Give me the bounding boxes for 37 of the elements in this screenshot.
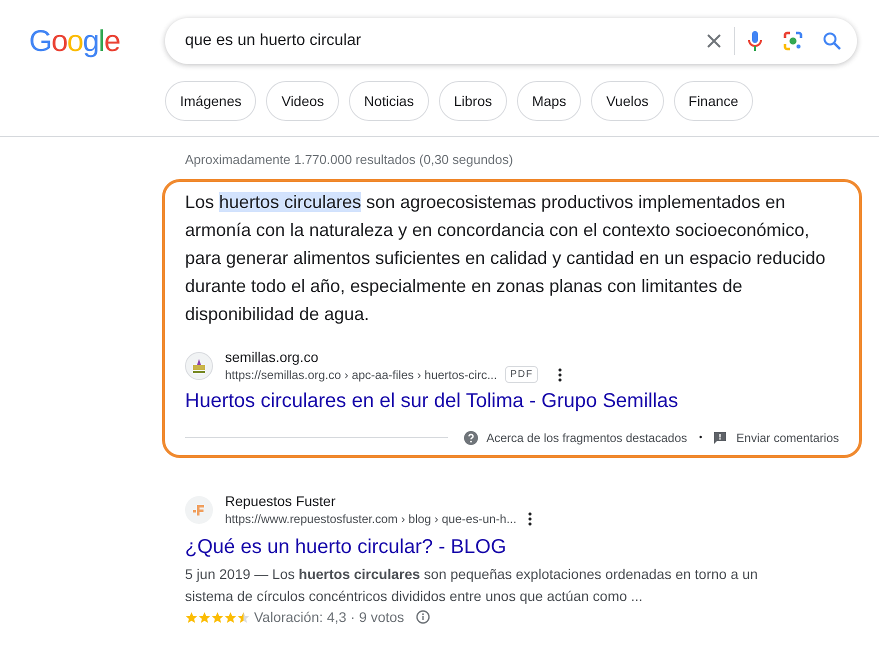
- result-stats: Aproximadamente 1.770.000 resultados (0,30 segundos): [184, 151, 514, 169]
- site-favicon: [185, 352, 213, 380]
- site-name: Repuestos Fuster: [225, 492, 336, 510]
- google-logo[interactable]: Google: [0, 18, 165, 64]
- result-url[interactable]: https://www.repuestosfuster.com › blog › que-es-un-h...: [225, 510, 516, 528]
- search-query: que es un huerto circular: [185, 31, 362, 51]
- send-feedback-link[interactable]: Enviar comentarios: [736, 428, 839, 446]
- votes-count: 9 votos: [359, 608, 404, 626]
- result-snippet: 5 jun 2019 — Los huertos circulares son pequeñas explotaciones ordenadas en torno a un sistema de círculos concéntricos divididos entre unos que actúan como ...: [185, 564, 759, 606]
- rating-text: Valoración: 4,3: [254, 608, 346, 626]
- clear-icon[interactable]: [706, 33, 722, 49]
- filter-chip[interactable]: Vuelos: [591, 81, 664, 121]
- feedback-icon[interactable]: [714, 432, 726, 444]
- filter-chip[interactable]: Videos: [266, 81, 340, 121]
- filter-chip[interactable]: Imágenes: [165, 81, 256, 121]
- filter-chip[interactable]: Finance: [674, 81, 754, 121]
- info-icon[interactable]: [416, 610, 430, 624]
- microphone-icon[interactable]: [747, 30, 763, 52]
- result-url[interactable]: https://semillas.org.co › apc-aa-files › huertos-circ...: [225, 366, 498, 384]
- separator-dot: ·: [350, 608, 356, 626]
- search-icon[interactable]: [823, 32, 841, 50]
- separator-dot: •: [699, 430, 702, 444]
- search-field[interactable]: que es un huerto circular: [165, 18, 857, 64]
- filter-chip[interactable]: Maps: [516, 81, 582, 121]
- site-name: semillas.org.co: [225, 348, 320, 366]
- camera-lens-icon[interactable]: [783, 31, 803, 51]
- file-type-tag: PDF: [505, 366, 538, 383]
- more-options-icon[interactable]: [558, 368, 562, 382]
- result-title-link[interactable]: Huertos circulares en el sur del Tolima - Grupo Semillas: [185, 388, 839, 414]
- more-options-icon[interactable]: [528, 512, 532, 526]
- featured-snippet-text: Los huertos circulares son agroecosistemas productivos implementados en armonía con la naturaleza y en concordancia con el contexto socioeconómico, para generar alimentos suficientes en calidad y cantidad en un espacio reducido durante todo el año, especialmente en zonas planas con limitantes de disponibilidad de agua.: [185, 190, 826, 326]
- site-favicon: [185, 496, 213, 524]
- filter-chip[interactable]: Libros: [438, 81, 507, 121]
- about-snippets-link[interactable]: Acerca de los fragmentos destacados: [486, 428, 688, 446]
- filter-chip[interactable]: Noticias: [349, 81, 429, 121]
- result-title-link[interactable]: ¿Qué es un huerto circular? - BLOG: [185, 534, 879, 560]
- help-icon[interactable]: [464, 430, 478, 444]
